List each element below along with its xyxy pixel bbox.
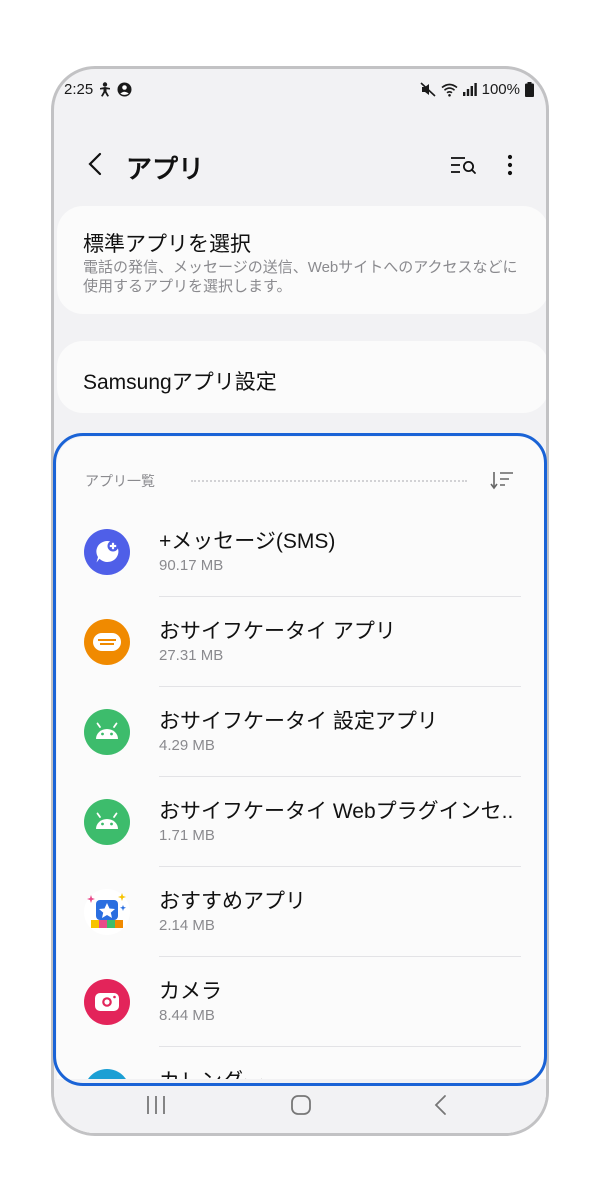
app-list-header-label: アプリ一覧 [85,473,155,489]
app-row-plus-message[interactable]: +メッセージ(SMS) 90.17 MB [57,507,546,597]
osaifu-keitai-icon [84,619,130,665]
app-name: カメラ [159,980,222,1003]
default-apps-description: 電話の発信、メッセージの送信、Webサイトへのアクセスなどに使用するアプリを選択… [83,259,518,295]
app-size: 8.44 MB [159,1007,215,1024]
nav-back-icon [434,1095,446,1115]
app-name: おサイフケータイ アプリ [159,620,396,643]
recent-apps-icon [147,1096,165,1114]
nav-back-button[interactable] [411,1087,471,1123]
back-button[interactable] [82,149,108,179]
samsung-app-settings-title: Samsungアプリ設定 [83,371,277,394]
app-list-header: アプリ一覧 [57,437,546,497]
back-arrow-icon [88,152,102,176]
home-icon [291,1095,311,1115]
default-apps-card[interactable]: 標準アプリを選択 電話の発信、メッセージの送信、Webサイトへのアクセスなどに使… [57,206,546,314]
app-row-recommended-apps[interactable]: おすすめアプリ 2.14 MB [57,867,546,957]
recommended-apps-icon [84,889,130,935]
app-size: 90.17 MB [159,557,224,574]
app-name: おサイフケータイ 設定アプリ [159,710,438,733]
sort-icon [490,472,513,490]
app-row-osaifu-keitai-app[interactable]: おサイフケータイ アプリ 27.31 MB [57,597,546,687]
app-row-osaifu-web-plugin[interactable]: おサイフケータイ Webプラグインセ.. 1.71 MB [57,777,546,867]
mute-icon [420,82,436,97]
more-vertical-icon [507,154,513,176]
navigation-bar [54,1079,546,1133]
more-options-button[interactable] [500,151,520,179]
app-row-camera[interactable]: カメラ 8.44 MB [57,957,546,1047]
plus-message-icon [84,529,130,575]
home-button[interactable] [271,1087,331,1123]
app-name: おサイフケータイ Webプラグインセ.. [159,800,514,823]
app-list-card: アプリ一覧 +メッセージ(SMS) 90.17 MB おサイフケータイ アプリ … [57,437,546,1133]
android-icon [84,799,130,845]
samsung-app-settings-card[interactable]: Samsungアプリ設定 [57,341,546,413]
phone-frame: 2:25 100% アプリ 標準アプリを選択 電話の発信、メッセージの送信、We… [51,66,549,1136]
app-name: おすすめアプリ [159,890,306,913]
default-apps-title: 標準アプリを選択 [83,233,251,256]
android-icon [84,709,130,755]
accessibility-icon [98,82,112,97]
battery-percent: 100% [481,81,520,98]
sort-button[interactable] [487,467,517,493]
app-size: 1.71 MB [159,827,215,844]
recent-apps-button[interactable] [126,1087,186,1123]
battery-icon [525,82,534,97]
app-size: 27.31 MB [159,647,224,664]
search-button[interactable] [448,151,480,179]
camera-icon [84,979,130,1025]
app-bar: アプリ [54,139,546,189]
account-icon [117,82,132,97]
page-title: アプリ [126,154,205,184]
app-list-header-divider [191,480,467,482]
app-size: 4.29 MB [159,737,215,754]
status-time: 2:25 [64,81,94,98]
app-row-osaifu-settings[interactable]: おサイフケータイ 設定アプリ 4.29 MB [57,687,546,777]
search-list-icon [451,157,476,174]
app-name: +メッセージ(SMS) [159,530,336,553]
signal-icon [462,83,477,96]
status-bar: 2:25 100% [54,69,546,111]
app-size: 2.14 MB [159,917,215,934]
wifi-icon [441,83,458,97]
